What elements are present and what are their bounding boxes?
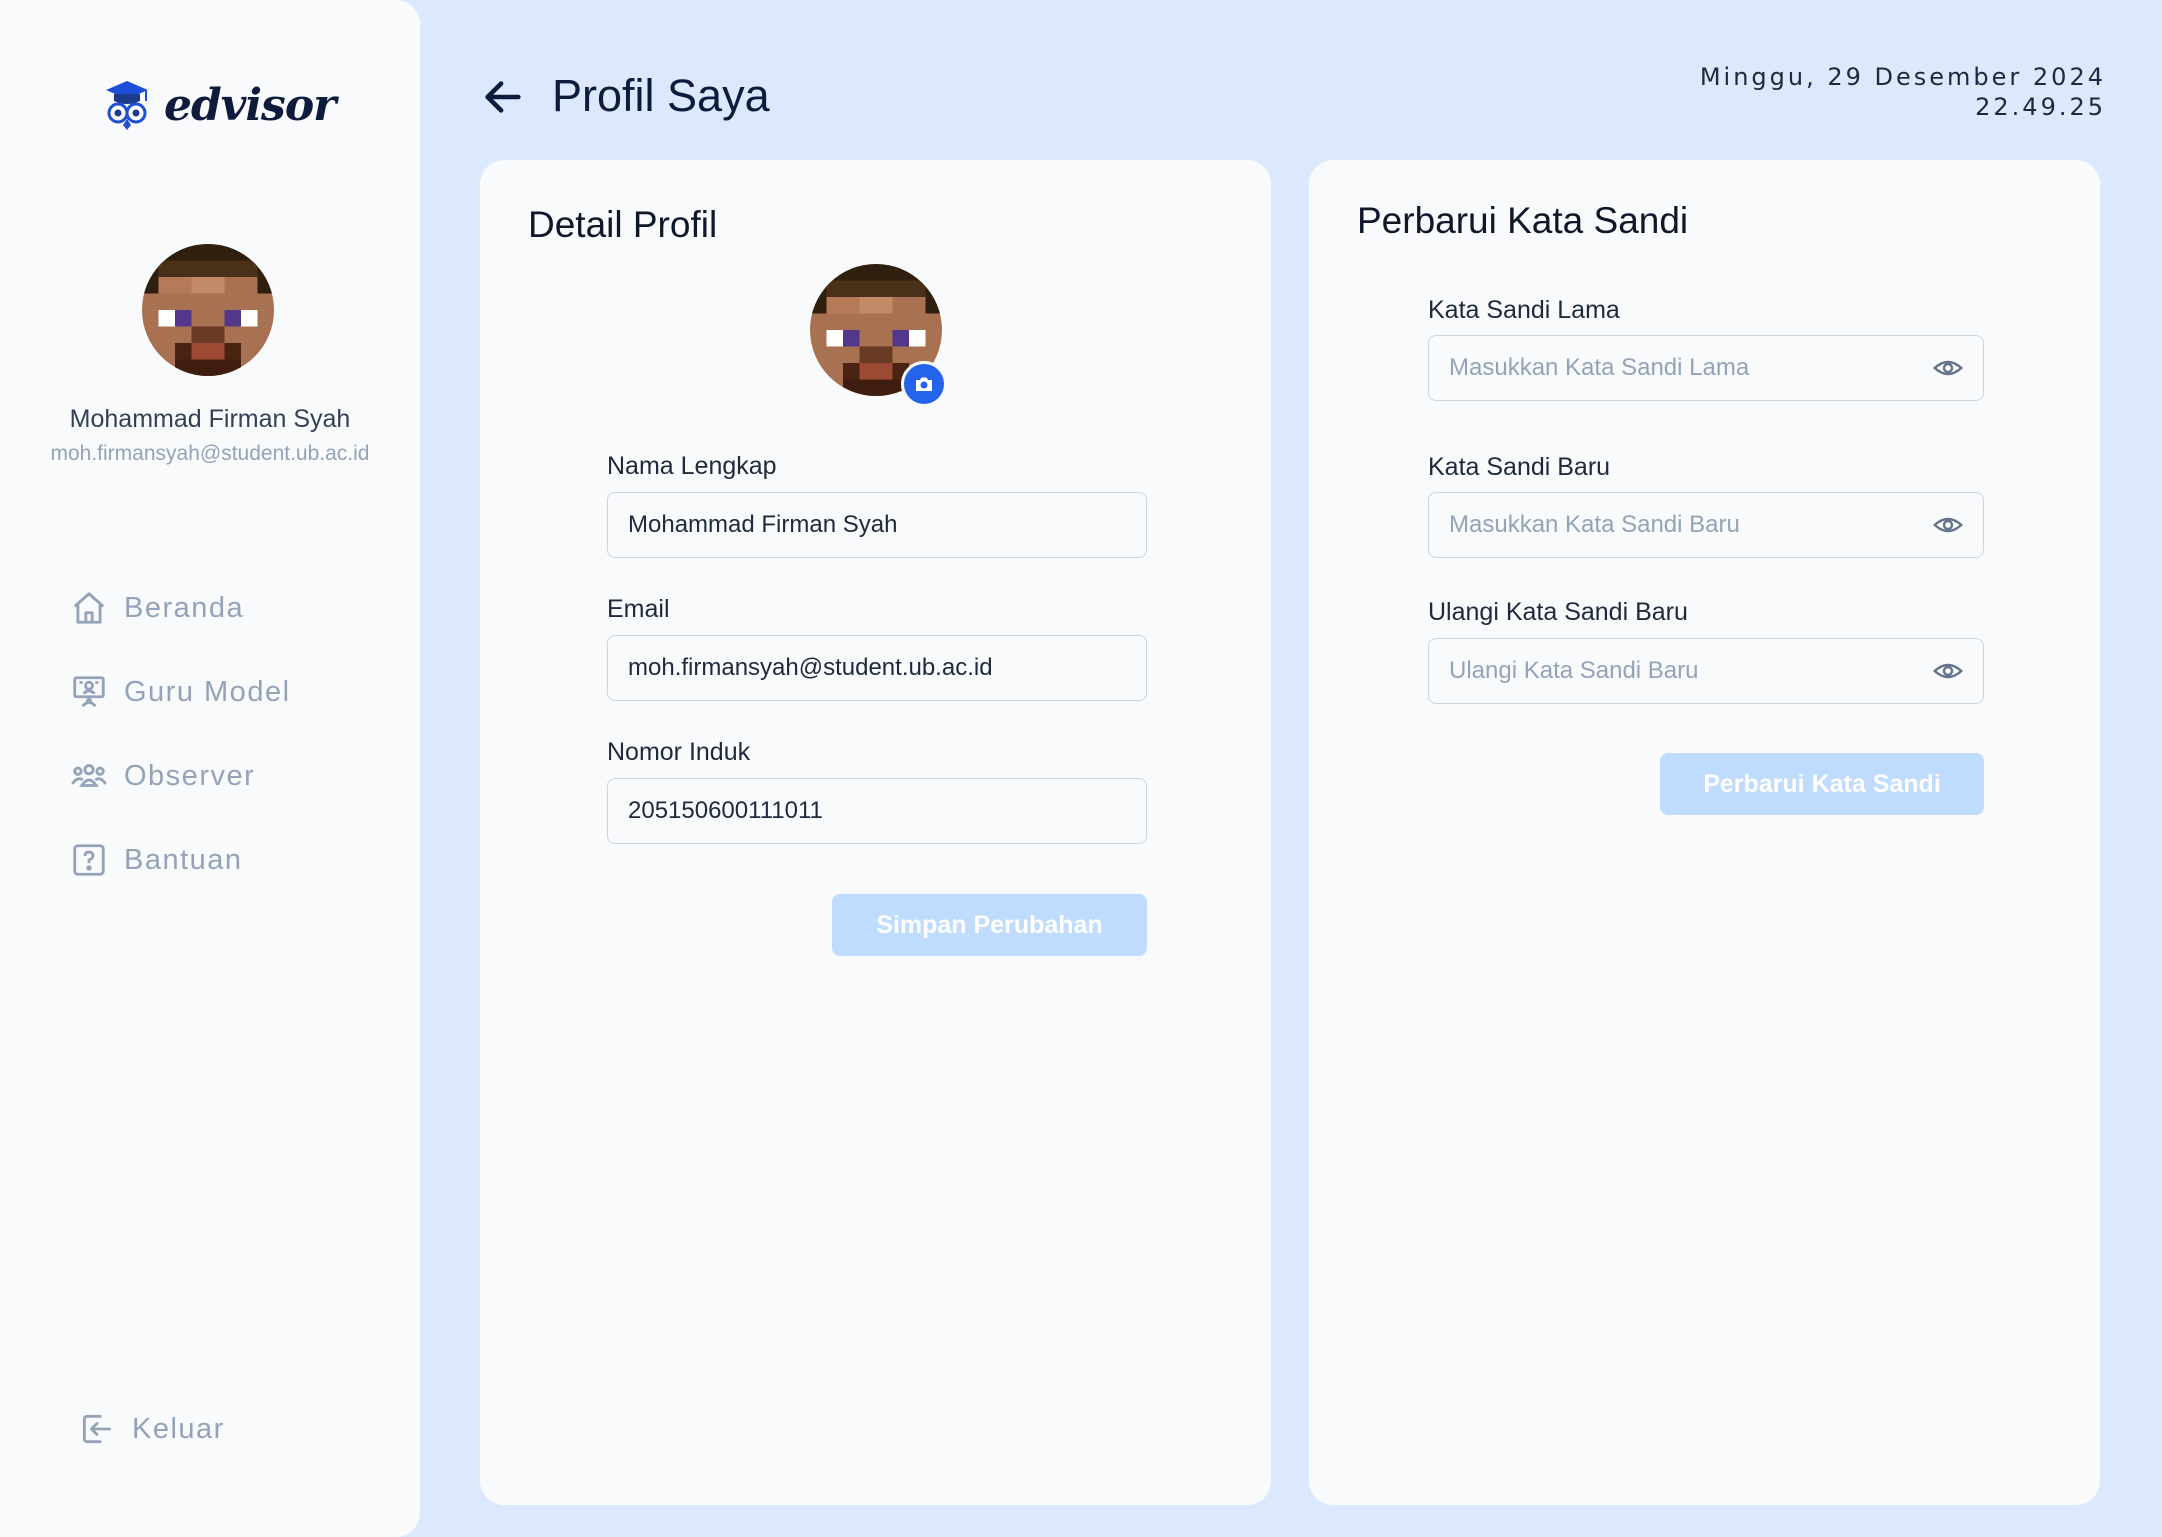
toggle-visibility-button[interactable] (1932, 655, 1964, 687)
teacher-board-icon (73, 676, 105, 708)
email-label: Email (607, 595, 670, 623)
password-card: Perbarui Kata Sandi Kata Sandi Lama Kata… (1309, 160, 2100, 1505)
nav-label: Guru Model (124, 675, 291, 708)
old-password-label: Kata Sandi Lama (1428, 296, 1620, 324)
logout-button[interactable]: Keluar (78, 1405, 225, 1453)
user-email: moh.firmansyah@student.ub.ac.id (50, 442, 370, 465)
save-changes-button[interactable]: Simpan Perubahan (832, 894, 1147, 956)
arrow-left-icon (485, 81, 521, 113)
old-password-input[interactable] (1428, 335, 1984, 401)
profile-avatar (810, 264, 947, 407)
camera-icon (916, 377, 932, 391)
full-name-input[interactable] (607, 492, 1147, 558)
new-password-label: Kata Sandi Baru (1428, 453, 1611, 481)
old-password-field (1428, 335, 1984, 401)
datetime: Minggu, 29 Desember 2024 22.49.25 (1700, 62, 2106, 122)
current-time: 22.49.25 (1975, 93, 2106, 121)
user-name: Mohammad Firman Syah (69, 405, 351, 433)
confirm-password-field (1428, 638, 1984, 704)
eye-icon (1932, 663, 1964, 679)
sidebar: edvisor Mohammad Firman Syah moh.firmans… (0, 0, 420, 1537)
id-number-input[interactable] (607, 778, 1147, 844)
home-icon (73, 592, 105, 624)
users-group-icon (71, 764, 107, 787)
confirm-password-input[interactable] (1428, 638, 1984, 704)
brand-name: edvisor (164, 79, 336, 131)
avatar (142, 244, 274, 376)
nav-item-observer[interactable]: Observer (70, 752, 255, 800)
eye-icon (1932, 517, 1964, 533)
owl-graduation-icon (106, 81, 148, 130)
id-number-label: Nomor Induk (607, 738, 751, 766)
profile-card-title: Detail Profil (528, 204, 718, 245)
password-card-title: Perbarui Kata Sandi (1357, 200, 1689, 241)
toggle-visibility-button[interactable] (1932, 352, 1964, 384)
new-password-field (1428, 492, 1984, 558)
email-input[interactable] (607, 635, 1147, 701)
toggle-visibility-button[interactable] (1932, 509, 1964, 541)
nav-item-bantuan[interactable]: Bantuan (70, 836, 243, 884)
page-title: Profil Saya (552, 70, 770, 121)
nav-label: Observer (124, 759, 256, 792)
confirm-password-label: Ulangi Kata Sandi Baru (1428, 598, 1688, 626)
full-name-label: Nama Lengkap (607, 452, 777, 480)
nav-label: Bantuan (124, 843, 243, 876)
nav-label: Beranda (124, 591, 245, 624)
current-date: Minggu, 29 Desember 2024 (1699, 63, 2106, 91)
nav-item-guru-model[interactable]: Guru Model (70, 668, 291, 716)
brand-logo[interactable]: edvisor (104, 78, 336, 132)
back-button[interactable] (480, 74, 526, 120)
eye-icon (1932, 360, 1964, 376)
change-photo-button[interactable] (901, 361, 947, 407)
profile-card: Detail Profil Nama Lengkap E (480, 160, 1271, 1505)
help-question-icon (73, 844, 105, 876)
logout-icon (82, 1414, 112, 1444)
update-password-button[interactable]: Perbarui Kata Sandi (1660, 753, 1984, 815)
new-password-input[interactable] (1428, 492, 1984, 558)
logout-label: Keluar (132, 1412, 225, 1445)
nav-item-beranda[interactable]: Beranda (70, 584, 244, 632)
